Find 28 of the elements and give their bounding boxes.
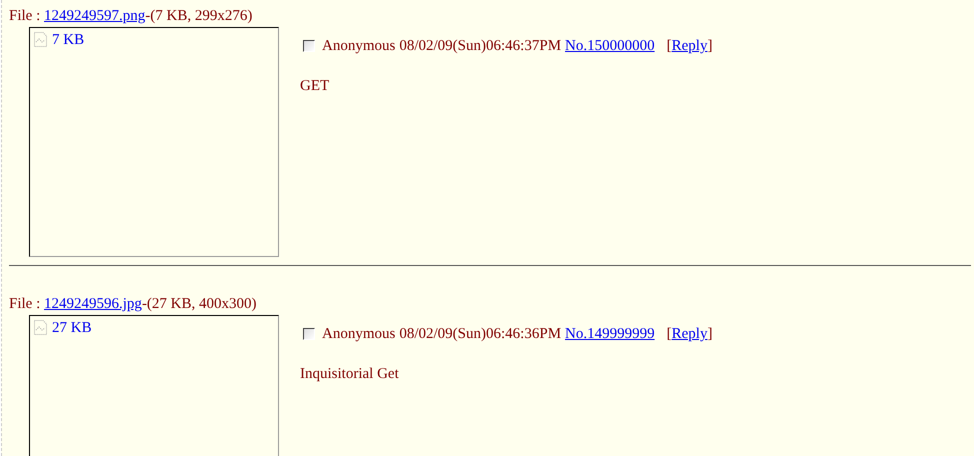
reply-link[interactable]: Reply — [672, 323, 708, 346]
file-label: File : — [9, 8, 40, 24]
thumbnail-box[interactable]: 7 KB — [29, 27, 279, 257]
post-checkbox[interactable] — [303, 40, 315, 52]
file-info: -(27 KB, 400x300) — [142, 296, 257, 312]
file-label: File : — [9, 296, 40, 312]
post-comment: Inquisitorial Get — [300, 364, 400, 384]
post-number-link[interactable]: No.149999999 — [565, 323, 655, 346]
reply-bracket: [ — [666, 37, 672, 56]
reply-bracket: ] — [707, 325, 712, 344]
broken-image-icon — [34, 32, 47, 47]
post-comment: GET — [300, 76, 330, 96]
reply-bracket: [ — [666, 325, 672, 344]
poster-name: Anonymous — [322, 325, 396, 344]
file-info: -(7 KB, 299x276) — [145, 8, 252, 24]
broken-image-icon — [34, 320, 47, 335]
post-checkbox[interactable] — [303, 328, 315, 340]
post-number-link[interactable]: No.150000000 — [565, 35, 655, 58]
thumbnail-box[interactable]: 27 KB — [29, 315, 279, 456]
reply-bracket: ] — [707, 37, 712, 56]
thumbnail-size: 7 KB — [52, 31, 84, 49]
poster-name: Anonymous — [322, 37, 396, 56]
reply-link[interactable]: Reply — [672, 35, 708, 58]
file-link[interactable]: 1249249596.jpg — [44, 296, 142, 312]
post-date: 08/02/09(Sun)06:46:36PM — [399, 325, 562, 344]
file-link[interactable]: 1249249597.png — [44, 8, 146, 24]
post-date: 08/02/09(Sun)06:46:37PM — [399, 37, 562, 56]
thumbnail-size: 27 KB — [52, 319, 92, 337]
